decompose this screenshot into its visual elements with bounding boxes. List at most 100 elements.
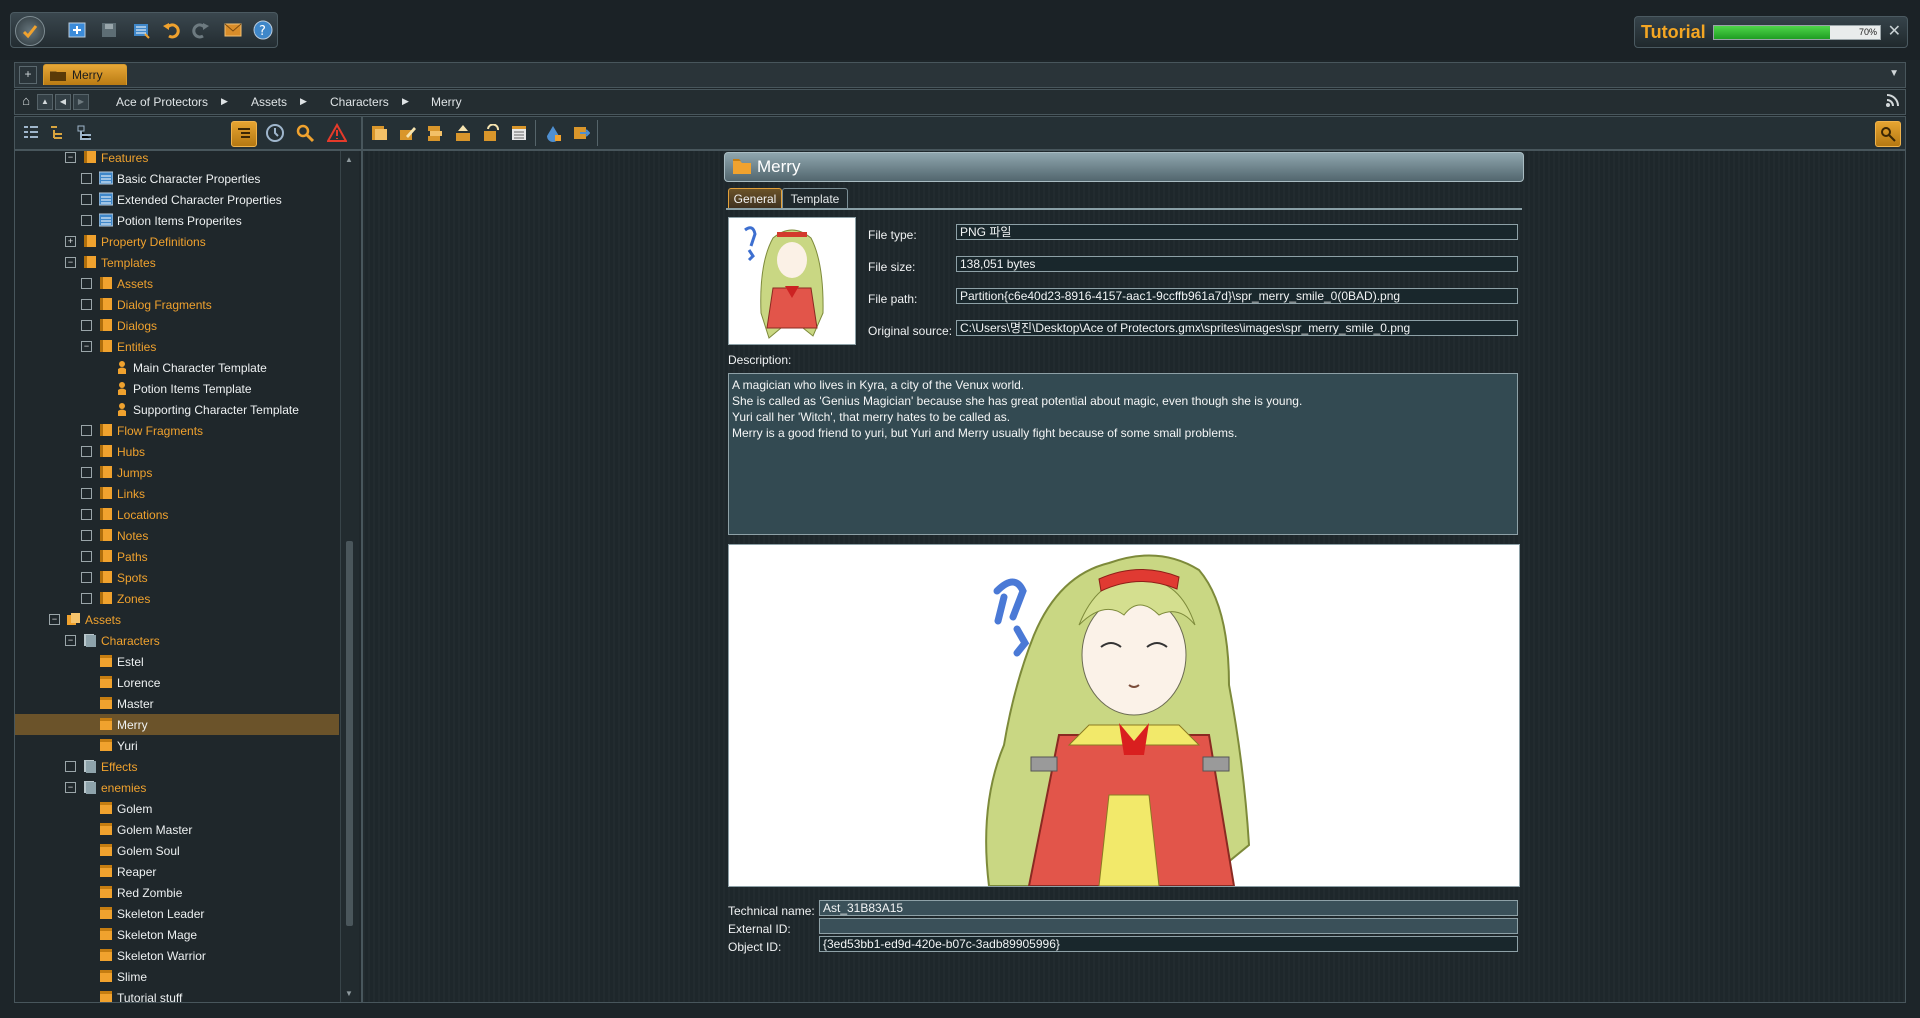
tree-item-locations[interactable]: Locations <box>15 504 339 525</box>
property-inspector-icon[interactable] <box>1875 121 1901 147</box>
tree-item-reaper[interactable]: Reaper <box>15 861 339 882</box>
tree-item-lorence[interactable]: Lorence <box>15 672 339 693</box>
forward-icon[interactable]: ▶ <box>73 94 89 110</box>
tab-template[interactable]: Template <box>782 188 848 209</box>
undo-icon[interactable] <box>159 18 183 42</box>
new-project-icon[interactable] <box>65 18 89 42</box>
file-path-field[interactable]: Partition{c6e40d23-8916-4157-aac1-9ccffb… <box>956 288 1518 304</box>
add-tab-button[interactable]: + <box>19 66 37 84</box>
breadcrumb-item-merry[interactable]: Merry <box>431 95 462 109</box>
tree-view-icon[interactable] <box>19 121 43 145</box>
move-up-icon[interactable] <box>451 121 475 145</box>
breadcrumb-separator-icon[interactable]: ▶ <box>402 96 409 107</box>
tree-item-characters[interactable]: − Characters <box>15 630 339 651</box>
mail-icon[interactable] <box>221 18 245 42</box>
tree-item-extended-character-properties[interactable]: Extended Character Properties <box>15 189 339 210</box>
expand-toggle-icon[interactable] <box>81 194 92 205</box>
scroll-up-icon[interactable]: ▲ <box>345 155 353 164</box>
color-icon[interactable] <box>541 121 565 145</box>
up-icon[interactable]: ▲ <box>37 94 53 110</box>
tutorial-panel[interactable]: Tutorial 70% ✕ <box>1634 16 1908 48</box>
scroll-thumb[interactable] <box>346 541 353 926</box>
save-icon[interactable] <box>97 18 121 42</box>
tree-item-paths[interactable]: Paths <box>15 546 339 567</box>
tree-item-flow-fragments[interactable]: Flow Fragments <box>15 420 339 441</box>
help-icon[interactable]: ? <box>251 18 275 42</box>
search-icon[interactable] <box>293 121 317 145</box>
tree-item-merry[interactable]: Merry <box>15 714 339 735</box>
tree-item-basic-character-properties[interactable]: Basic Character Properties <box>15 168 339 189</box>
tree-item-red-zombie[interactable]: Red Zombie <box>15 882 339 903</box>
scroll-down-icon[interactable]: ▼ <box>345 989 353 998</box>
expand-toggle-icon[interactable]: − <box>65 257 76 268</box>
expand-toggle-icon[interactable] <box>81 278 92 289</box>
rss-feed-icon[interactable] <box>1886 94 1899 107</box>
expand-toggle-icon[interactable]: − <box>65 635 76 646</box>
tab-merry[interactable]: Merry <box>43 64 127 85</box>
tree-item-master[interactable]: Master <box>15 693 339 714</box>
tree-item-spots[interactable]: Spots <box>15 567 339 588</box>
description-textarea[interactable]: A magician who lives in Kyra, a city of … <box>728 373 1518 535</box>
expand-toggle-icon[interactable]: − <box>49 614 60 625</box>
hierarchy-filter-icon[interactable] <box>231 121 257 147</box>
tree-item-supporting-character-template[interactable]: Supporting Character Template <box>15 399 339 420</box>
breadcrumb-separator-icon[interactable]: ▶ <box>300 96 307 107</box>
breadcrumb-separator-icon[interactable]: ▶ <box>221 96 228 107</box>
tree-item-links[interactable]: Links <box>15 483 339 504</box>
tab-general[interactable]: General <box>728 188 782 209</box>
tree-item-slime[interactable]: Slime <box>15 966 339 987</box>
tree-item-notes[interactable]: Notes <box>15 525 339 546</box>
warning-icon[interactable] <box>325 121 349 145</box>
expand-toggle-icon[interactable] <box>81 572 92 583</box>
expand-toggle-icon[interactable] <box>81 509 92 520</box>
tree-scrollbar[interactable]: ▲ ▼ <box>340 151 359 1002</box>
tree-item-templates[interactable]: − Templates <box>15 252 339 273</box>
expand-toggle-icon[interactable] <box>81 467 92 478</box>
tree-item-property-definitions[interactable]: + Property Definitions <box>15 231 339 252</box>
back-icon[interactable]: ◀ <box>55 94 71 110</box>
expand-toggle-icon[interactable] <box>81 215 92 226</box>
tree-item-potion-items-properites[interactable]: Potion Items Properites <box>15 210 339 231</box>
tree-item-dialogs[interactable]: Dialogs <box>15 315 339 336</box>
expand-toggle-icon[interactable] <box>81 173 92 184</box>
file-type-field[interactable]: PNG 파일 <box>956 224 1518 240</box>
expand-toggle-icon[interactable]: − <box>81 341 92 352</box>
tree-item-assets[interactable]: Assets <box>15 273 339 294</box>
expand-toggle-icon[interactable]: − <box>65 152 76 163</box>
tree-item-main-character-template[interactable]: Main Character Template <box>15 357 339 378</box>
breadcrumb-item-project[interactable]: Ace of Protectors <box>116 95 208 109</box>
expand-toggle-icon[interactable] <box>81 530 92 541</box>
expand-toggle-icon[interactable] <box>81 425 92 436</box>
settings-list-icon[interactable] <box>129 18 153 42</box>
object-id-field[interactable]: {3ed53bb1-ed9d-420e-b07c-3adb89905996} <box>819 936 1518 952</box>
original-source-field[interactable]: C:\Users\명진\Desktop\Ace of Protectors.gm… <box>956 320 1518 336</box>
expand-toggle-icon[interactable] <box>81 299 92 310</box>
app-menu-icon[interactable] <box>15 16 45 46</box>
tab-list-dropdown-icon[interactable]: ▼ <box>1889 68 1899 79</box>
breadcrumb-item-assets[interactable]: Assets <box>251 95 287 109</box>
tree-item-golem[interactable]: Golem <box>15 798 339 819</box>
tree-item-skeleton-mage[interactable]: Skeleton Mage <box>15 924 339 945</box>
redo-icon[interactable] <box>189 18 213 42</box>
tree-item-golem-master[interactable]: Golem Master <box>15 819 339 840</box>
tree-item-features[interactable]: − Features <box>15 151 339 168</box>
expand-toggle-icon[interactable] <box>81 488 92 499</box>
stack-icon[interactable] <box>423 121 447 145</box>
tree-item-hubs[interactable]: Hubs <box>15 441 339 462</box>
tree-item-jumps[interactable]: Jumps <box>15 462 339 483</box>
expand-toggle-icon[interactable] <box>81 593 92 604</box>
breadcrumb-item-characters[interactable]: Characters <box>330 95 389 109</box>
expand-toggle-icon[interactable] <box>81 551 92 562</box>
tree-item-estel[interactable]: Estel <box>15 651 339 672</box>
expand-tree-icon[interactable] <box>45 121 69 145</box>
expand-toggle-icon[interactable] <box>81 446 92 457</box>
expand-toggle-icon[interactable]: − <box>65 782 76 793</box>
tree-item-zones[interactable]: Zones <box>15 588 339 609</box>
tree-item-skeleton-leader[interactable]: Skeleton Leader <box>15 903 339 924</box>
tree-item-golem-soul[interactable]: Golem Soul <box>15 840 339 861</box>
tree-item-dialog-fragments[interactable]: Dialog Fragments <box>15 294 339 315</box>
tree-item-potion-items-template[interactable]: Potion Items Template <box>15 378 339 399</box>
tree-item-skeleton-warrior[interactable]: Skeleton Warrior <box>15 945 339 966</box>
expand-toggle-icon[interactable] <box>81 320 92 331</box>
export-icon[interactable] <box>569 121 593 145</box>
